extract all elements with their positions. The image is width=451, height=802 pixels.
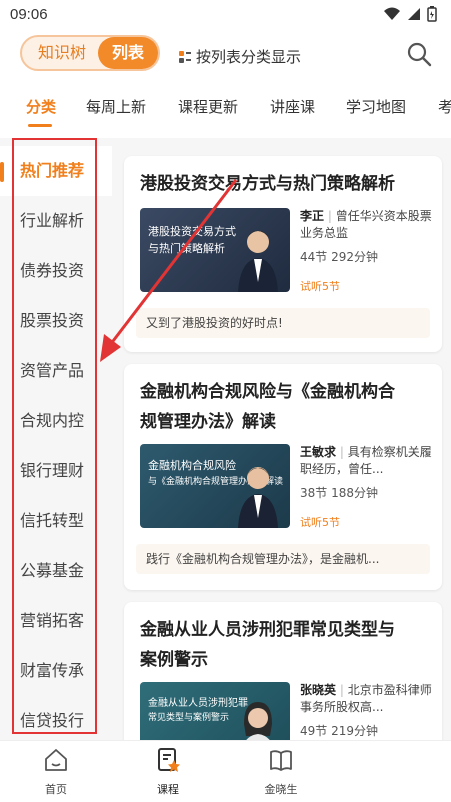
status-icons xyxy=(383,6,437,22)
sidebar-item-label: 信托转型 xyxy=(20,511,85,530)
thumb-title: 港股投资交易方式 xyxy=(148,225,236,238)
sidebar-item-wealth-inherit[interactable]: 财富传承 xyxy=(0,646,112,696)
teacher-info: 张晓英 | 北京市盈科律师事务所股权高... xyxy=(300,683,432,714)
course-title-line2: 案例警示 xyxy=(140,650,208,670)
teacher-photo xyxy=(238,230,278,292)
view-toggle[interactable]: 知识树 列表 xyxy=(20,35,160,71)
wifi-icon xyxy=(384,7,400,20)
course-meta: 38节 188分钟 xyxy=(300,486,378,500)
teacher-photo xyxy=(244,702,272,740)
tab-category[interactable]: 分类 xyxy=(26,96,56,117)
teacher-name: 张晓英 xyxy=(300,683,337,697)
sidebar-item-trust[interactable]: 信托转型 xyxy=(0,496,112,546)
course-thumbnail: 金融机构合规风险 与《金融机构合规管理办法》解读 xyxy=(140,444,290,528)
sidebar-item-compliance[interactable]: 合规内控 xyxy=(0,396,112,446)
course-list: 港股投资交易方式与热门策略解析 港股投资交易方式 与热门策略解析 李正 | 曾任… xyxy=(112,138,451,740)
status-bar: 09:06 xyxy=(0,0,451,30)
course-title-line1: 金融从业人员涉刑犯罪常见类型与 xyxy=(140,620,395,640)
nav-courses-label: 课程 xyxy=(157,783,179,796)
course-card[interactable]: 港股投资交易方式与热门策略解析 港股投资交易方式 与热门策略解析 李正 | 曾任… xyxy=(124,156,442,352)
teacher-name: 王敏求 xyxy=(300,445,337,459)
course-thumbnail: 港股投资交易方式 与热门策略解析 xyxy=(140,208,290,292)
course-meta: 44节 292分钟 xyxy=(300,250,378,264)
sidebar-item-asset-mgmt[interactable]: 资管产品 xyxy=(0,346,112,396)
toggle-knowledge-tree[interactable]: 知识树 xyxy=(30,37,94,69)
course-card[interactable]: 金融从业人员涉刑犯罪常见类型与 案例警示 金融从业人员涉刑犯罪 常见类型与案例警… xyxy=(124,602,442,740)
tab-underline xyxy=(28,124,52,127)
tab-course-updates[interactable]: 课程更新 xyxy=(178,96,238,117)
teacher-photo xyxy=(238,467,278,528)
teacher-name: 李正 xyxy=(300,209,325,223)
mode-label-text: 按列表分类显示 xyxy=(196,48,302,66)
sidebar-item-label: 信贷投行 xyxy=(20,711,85,730)
course-card[interactable]: 金融机构合规风险与《金融机构合 规管理办法》解读 金融机构合规风险 与《金融机构… xyxy=(124,364,442,590)
battery-icon xyxy=(427,6,437,22)
course-quote: 践行《金融机构合规管理办法》，是金融机... xyxy=(136,544,430,574)
sidebar-item-label: 财富传承 xyxy=(20,661,85,680)
sidebar-item-label: 银行理财 xyxy=(20,461,85,480)
signal-icon xyxy=(408,8,420,20)
tab-weekly-new[interactable]: 每周上新 xyxy=(86,96,146,117)
sidebar-item-label: 公募基金 xyxy=(20,561,85,580)
header: 知识树 列表 按列表分类显示 xyxy=(0,30,451,80)
sidebar-item-bank-wealth[interactable]: 银行理财 xyxy=(0,446,112,496)
list-icon xyxy=(179,50,191,63)
tab-lectures[interactable]: 讲座课 xyxy=(270,96,315,117)
thumb-title: 金融从业人员涉刑犯罪 xyxy=(148,698,248,709)
sidebar: 热门推荐 行业解析 债券投资 股票投资 资管产品 合规内控 银行理财 信托转型 … xyxy=(0,138,112,740)
sidebar-item-label: 行业解析 xyxy=(20,211,85,230)
tab-learning-map[interactable]: 学习地图 xyxy=(346,96,406,117)
sidebar-item-public-funds[interactable]: 公募基金 xyxy=(0,546,112,596)
sidebar-item-label: 合规内控 xyxy=(20,411,85,430)
thumb-subtitle: 与热门策略解析 xyxy=(148,242,225,255)
sidebar-item-label: 资管产品 xyxy=(20,361,85,380)
course-quote: 又到了港股投资的好时点! xyxy=(136,308,430,338)
course-icon xyxy=(158,748,180,772)
course-title-line2: 规管理办法》解读 xyxy=(140,412,276,432)
category-tabs: 分类 每周上新 课程更新 讲座课 学习地图 考 xyxy=(0,86,451,130)
sidebar-item-label: 股票投资 xyxy=(20,311,85,330)
course-title-line1: 金融机构合规风险与《金融机构合 xyxy=(140,382,395,402)
book-icon xyxy=(270,750,292,771)
sidebar-item-credit-ib[interactable]: 信贷投行 xyxy=(0,696,112,740)
bottom-nav: 首页 课程 金晓生 xyxy=(0,740,451,802)
teacher-info: 王敏求 | 具有检察机关履职经历，曾任... xyxy=(300,445,432,476)
sidebar-item-label: 热门推荐 xyxy=(20,161,85,180)
thumb-subtitle: 常见类型与案例警示 xyxy=(148,713,230,723)
home-icon xyxy=(45,749,67,771)
nav-courses[interactable]: 课程 xyxy=(128,747,208,797)
tab-exam[interactable]: 考 xyxy=(438,96,451,117)
nav-home-label: 首页 xyxy=(45,783,67,796)
trial-badge[interactable]: 试听5节 xyxy=(300,514,340,530)
sidebar-item-hot[interactable]: 热门推荐 xyxy=(0,146,112,196)
active-indicator xyxy=(0,162,4,182)
status-time: 09:06 xyxy=(10,6,48,23)
sidebar-item-bonds[interactable]: 债券投资 xyxy=(0,246,112,296)
toggle-list[interactable]: 列表 xyxy=(98,37,158,69)
search-icon[interactable] xyxy=(405,40,433,68)
mode-label: 按列表分类显示 xyxy=(178,46,301,67)
thumb-title: 金融机构合规风险 xyxy=(148,459,236,472)
sidebar-item-marketing[interactable]: 营销拓客 xyxy=(0,596,112,646)
sidebar-item-label: 营销拓客 xyxy=(20,611,85,630)
course-thumbnail: 金融从业人员涉刑犯罪 常见类型与案例警示 xyxy=(140,682,290,740)
trial-badge[interactable]: 试听5节 xyxy=(300,278,340,294)
sidebar-item-industry[interactable]: 行业解析 xyxy=(0,196,112,246)
nav-home[interactable]: 首页 xyxy=(16,747,96,797)
nav-jinxiaosheng[interactable]: 金晓生 xyxy=(241,747,321,797)
sidebar-item-label: 债券投资 xyxy=(20,261,85,280)
course-title: 港股投资交易方式与热门策略解析 xyxy=(140,174,395,194)
course-meta: 49节 219分钟 xyxy=(300,724,378,738)
teacher-info: 李正 | 曾任华兴资本股票业务总监 xyxy=(300,209,432,240)
nav-jinxiaosheng-label: 金晓生 xyxy=(264,783,298,796)
sidebar-item-stocks[interactable]: 股票投资 xyxy=(0,296,112,346)
